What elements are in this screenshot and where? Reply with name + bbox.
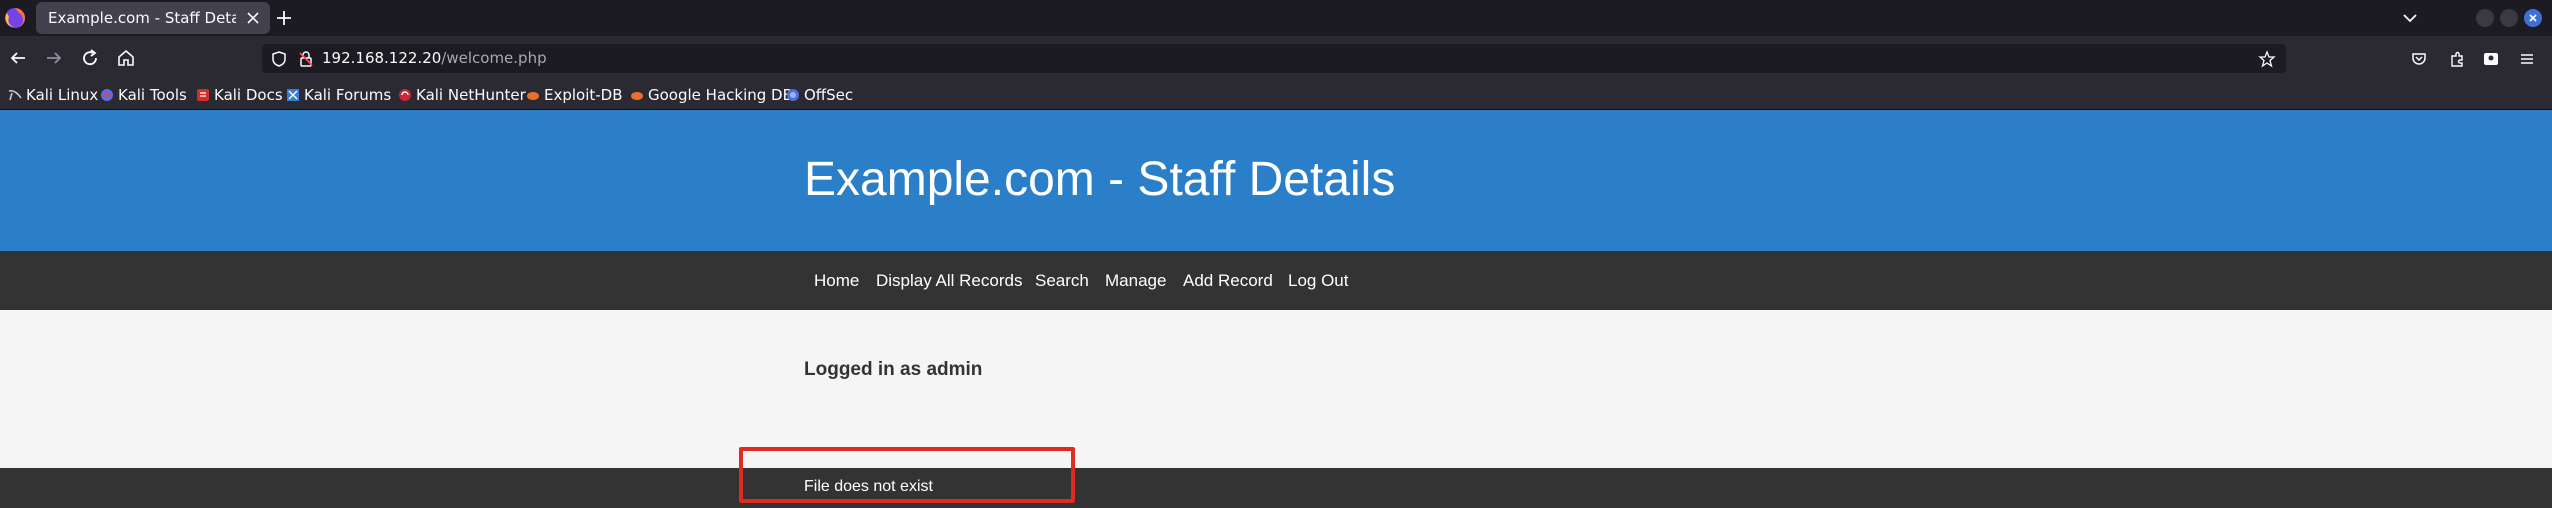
plus-icon[interactable] xyxy=(272,6,296,30)
bookmark-label: Kali Linux xyxy=(26,86,99,104)
nav-home-link[interactable]: Home xyxy=(814,251,859,310)
bookmark-label: Google Hacking DB xyxy=(648,86,793,104)
bookmark-label: Exploit-DB xyxy=(544,86,623,104)
reload-icon[interactable] xyxy=(78,46,102,70)
bookmark-kali-docs[interactable]: Kali Docs xyxy=(196,80,283,110)
extensions-icon[interactable] xyxy=(2448,50,2466,68)
forward-icon[interactable] xyxy=(42,46,66,70)
nav-log-out-link[interactable]: Log Out xyxy=(1288,251,1349,310)
logged-in-status: Logged in as admin xyxy=(804,359,983,380)
bookmark-kali-forums[interactable]: Kali Forums xyxy=(286,80,391,110)
home-icon[interactable] xyxy=(114,46,138,70)
maximize-button[interactable] xyxy=(2500,9,2518,27)
nav-manage-link[interactable]: Manage xyxy=(1105,251,1166,310)
exploit-db-icon xyxy=(527,92,539,100)
kali-dragon-icon xyxy=(8,90,22,101)
nav-search-link[interactable]: Search xyxy=(1035,251,1089,310)
kali-docs-icon xyxy=(197,89,209,101)
bookmark-google-hacking-db[interactable]: Google Hacking DB xyxy=(630,80,793,110)
nethunter-icon xyxy=(399,89,411,101)
nav-add-record-link[interactable]: Add Record xyxy=(1183,251,1273,310)
bookmark-label: OffSec xyxy=(804,86,854,104)
annotation-highlight-box xyxy=(739,447,1075,503)
minimize-button[interactable] xyxy=(2476,9,2494,27)
page-title: Example.com - Staff Details xyxy=(804,153,1396,206)
shield-icon[interactable] xyxy=(270,50,288,68)
ghdb-icon xyxy=(631,92,643,100)
bookmark-kali-linux[interactable]: Kali Linux xyxy=(8,80,98,110)
bookmark-offsec[interactable]: OffSec xyxy=(786,80,853,110)
bookmark-kali-nethunter[interactable]: Kali NetHunter xyxy=(398,80,526,110)
back-icon[interactable] xyxy=(6,46,30,70)
url-text[interactable]: 192.168.122.20/welcome.php xyxy=(322,44,547,73)
chevron-down-icon[interactable] xyxy=(2398,6,2422,30)
site-nav xyxy=(0,251,2552,310)
pocket-icon[interactable] xyxy=(2410,50,2428,68)
bookmark-label: Kali NetHunter xyxy=(416,86,526,104)
account-icon[interactable] xyxy=(2482,50,2500,68)
star-icon[interactable] xyxy=(2258,50,2276,68)
kali-tools-icon xyxy=(101,89,113,101)
tab-title: Example.com - Staff Details xyxy=(48,9,236,27)
bookmark-label: Kali Docs xyxy=(214,86,283,104)
url-path: /welcome.php xyxy=(441,49,547,67)
offsec-icon xyxy=(787,89,799,101)
close-icon[interactable] xyxy=(244,9,262,27)
close-icon xyxy=(2529,14,2537,22)
footer xyxy=(0,468,2552,508)
bookmark-exploit-db[interactable]: Exploit-DB xyxy=(526,80,623,110)
firefox-icon[interactable] xyxy=(4,7,26,29)
url-bar[interactable] xyxy=(262,44,2286,73)
bookmark-label: Kali Forums xyxy=(304,86,392,104)
nav-display-all-records-link[interactable]: Display All Records xyxy=(876,251,1022,310)
menu-icon[interactable] xyxy=(2518,50,2536,68)
kali-forums-icon xyxy=(287,89,299,101)
browser-tab-bar: Example.com - Staff Details xyxy=(0,0,2552,36)
tab-active[interactable]: Example.com - Staff Details xyxy=(36,2,270,34)
main-content xyxy=(0,310,2552,468)
lock-icon[interactable] xyxy=(297,50,315,68)
bookmarks-toolbar: Kali Linux Kali Tools Kali Docs Kali For… xyxy=(0,80,2552,110)
bookmark-label: Kali Tools xyxy=(118,86,187,104)
url-host: 192.168.122.20 xyxy=(322,49,442,67)
window-close-button[interactable] xyxy=(2524,9,2542,27)
bookmark-kali-tools[interactable]: Kali Tools xyxy=(100,80,187,110)
